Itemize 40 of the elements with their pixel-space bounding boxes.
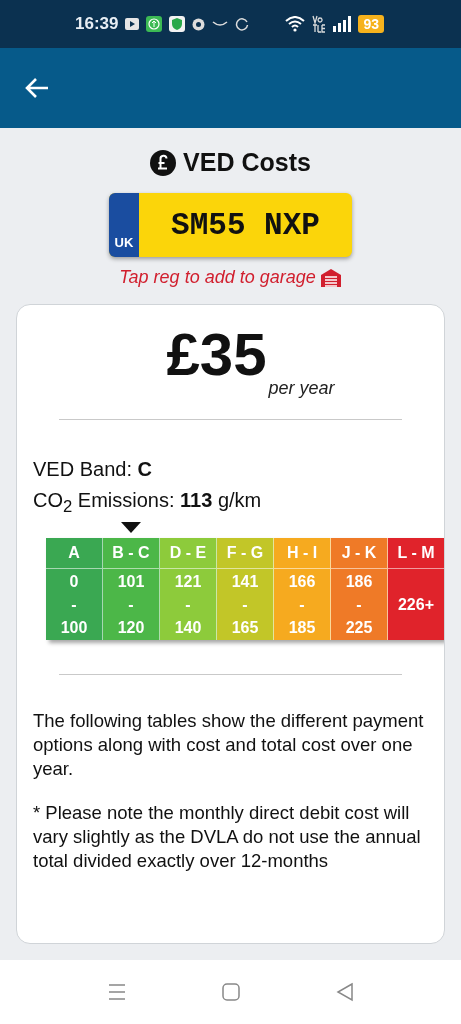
browser-icon: [192, 17, 206, 31]
band-label: H - I: [274, 538, 330, 569]
signal-icon: [333, 16, 352, 32]
menu-icon[interactable]: [106, 982, 127, 1002]
upload-app-icon: [146, 16, 163, 32]
registration-plate[interactable]: UK SM55 NXP: [109, 193, 352, 257]
garage-hint: Tap reg to add to garage: [119, 267, 316, 288]
band-range: 0 - 100: [59, 572, 89, 638]
band-label: A: [46, 538, 102, 569]
ved-band-text: VED Band: C: [33, 457, 152, 482]
garage-icon[interactable]: [319, 267, 342, 288]
sync-icon: [235, 17, 250, 31]
band-range: 141 - 165: [230, 572, 260, 638]
pound-coin-icon: [150, 149, 177, 176]
info-paragraph: The following tables show the different payment options along with cost and total cost over one year.: [33, 709, 425, 781]
shield-app-icon: [169, 16, 186, 32]
price-amount: £35: [166, 325, 267, 385]
band-label: B - C: [103, 538, 159, 569]
home-icon[interactable]: [220, 982, 241, 1002]
band-range: 226+: [396, 595, 435, 615]
band-range: 166 - 185: [287, 572, 317, 638]
band-label: J - K: [331, 538, 387, 569]
band-label: D - E: [160, 538, 216, 569]
band-range: 101 - 120: [116, 572, 146, 638]
band-range: 186 - 225: [344, 572, 374, 638]
emissions-text: CO$_{2}$ Emissions: 113 g/km: [33, 488, 262, 518]
band-label: L - M: [388, 538, 444, 569]
smile-icon: [212, 20, 229, 28]
video-app-icon: [125, 18, 140, 30]
back-icon[interactable]: [334, 982, 355, 1002]
wifi-icon: [285, 16, 306, 32]
price-period: per year: [268, 378, 335, 399]
back-arrow-icon[interactable]: [24, 77, 50, 99]
status-time: 16:39: [75, 14, 119, 34]
info-paragraph: * Please note the monthly direct debit cost will vary slightly as the DVLA do not use the annual total divided exactly over 12-months: [33, 801, 422, 873]
band-range: 121 - 140: [173, 572, 203, 638]
battery-level: 93: [358, 15, 385, 33]
volte-icon: [312, 15, 327, 33]
page-title: VED Costs: [183, 148, 311, 177]
band-label: F - G: [217, 538, 273, 569]
